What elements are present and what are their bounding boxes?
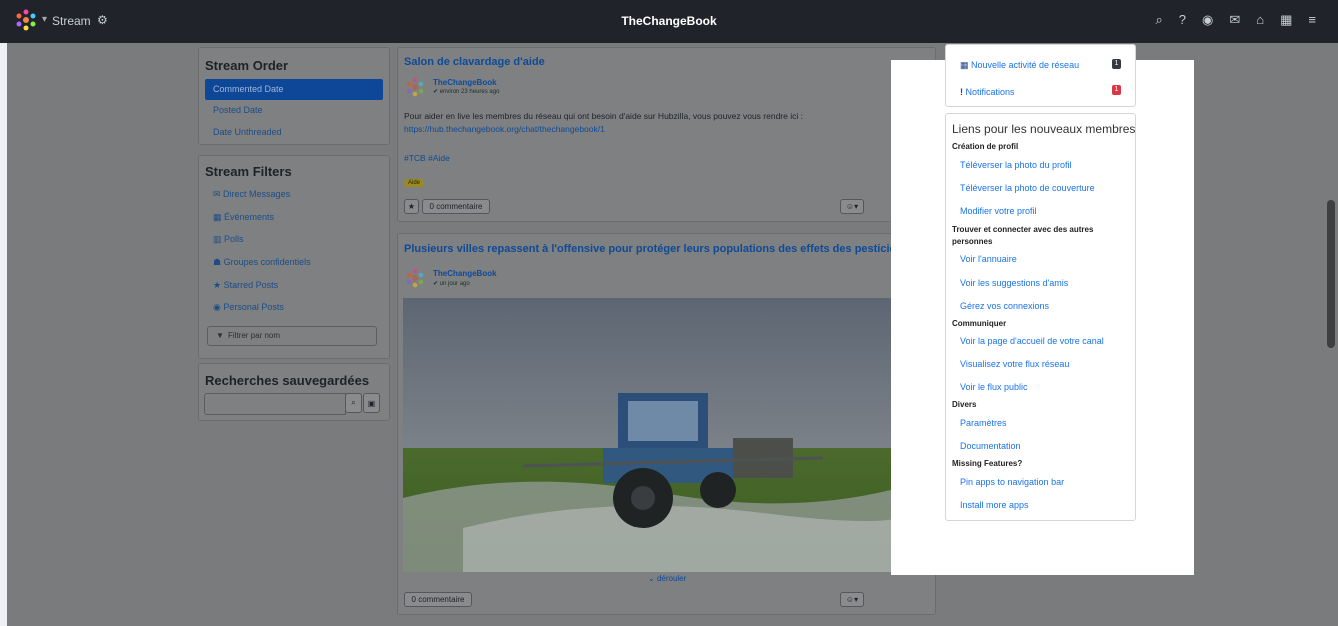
search-button[interactable]: ⌕ — [345, 393, 362, 413]
home-icon[interactable]: ⌂ — [1256, 12, 1264, 28]
order-posted-date[interactable]: Posted Date — [213, 105, 263, 115]
post-2-comment-button[interactable]: 0 commentaire — [404, 592, 472, 607]
stream-order-card: Stream Order Commented Date Posted Date … — [198, 47, 390, 145]
filter-icon: ▼ — [216, 331, 224, 340]
expand-post-link[interactable]: ⌄ dérouler — [648, 574, 686, 583]
filter-polls[interactable]: ▥ Polls — [213, 234, 244, 245]
emoji-reaction-button[interactable]: ☺▾ — [840, 199, 864, 214]
filter-direct-messages[interactable]: ✉ Direct Messages — [213, 189, 290, 200]
apps-grid-icon[interactable]: ▦ — [1280, 12, 1292, 28]
post-2-title[interactable]: Plusieurs villes repassent à l'offensive… — [404, 243, 909, 255]
network-stream-link[interactable]: Visualisez votre flux réseau — [960, 359, 1069, 369]
post-1-hashtags[interactable]: #TCB #Aide — [404, 153, 450, 163]
post-card-2: Plusieurs villes repassent à l'offensive… — [397, 233, 936, 615]
star-post-button[interactable]: ★ — [404, 199, 419, 214]
nav-app-label[interactable]: Stream — [52, 14, 91, 28]
star-icon: ★ — [213, 280, 224, 290]
post-1-author[interactable]: TheChangeBook — [433, 78, 497, 87]
post-1-text: Pour aider en live les membres du réseau… — [404, 111, 803, 121]
scrollbar-thumb[interactable] — [1327, 200, 1335, 348]
post-1-link[interactable]: https://hub.thechangebook.org/chat/thech… — [404, 124, 605, 134]
filter-groupes[interactable]: ☗ Groupes confidentiels — [213, 257, 311, 268]
chart-icon: ▥ — [213, 234, 225, 244]
documentation-link[interactable]: Documentation — [960, 441, 1021, 451]
post-1-comment-button[interactable]: 0 commentaire — [422, 199, 490, 214]
order-date-unthreaded[interactable]: Date Unthreaded — [213, 127, 282, 137]
author-avatar-icon[interactable] — [404, 267, 426, 289]
section-missing-features-heading: Missing Features? — [952, 459, 1023, 468]
public-stream-link[interactable]: Voir le flux public — [960, 382, 1028, 392]
calendar-icon: ▦ — [213, 212, 225, 222]
section-connect-heading: Trouver et connecter avec des autres per… — [952, 225, 1094, 246]
network-activity-badge: 1 — [1112, 59, 1121, 69]
upload-cover-photo-link[interactable]: Téléverser la photo de couverture — [960, 183, 1095, 193]
manage-connections-link[interactable]: Gérez vos connexions — [960, 301, 1049, 311]
search-icon[interactable]: ⌕ — [1155, 12, 1162, 28]
post-2-author[interactable]: TheChangeBook — [433, 269, 497, 278]
friend-suggestions-link[interactable]: Voir les suggestions d'amis — [960, 278, 1068, 288]
grid-icon: ▦ — [960, 60, 972, 70]
pin-apps-link[interactable]: Pin apps to navigation bar — [960, 477, 1064, 487]
mail-icon[interactable]: ✉ — [1229, 12, 1240, 28]
post-1-tag[interactable]: Aide — [404, 179, 425, 187]
network-activity-link[interactable]: ▦ Nouvelle activité de réseau — [960, 60, 1079, 71]
post-card-1: Salon de clavardage d'aide TheChangeBook… — [397, 47, 936, 222]
top-navbar: ▾ Stream ⚙ TheChangeBook ⌕ ? ◉ ✉ ⌂ ▦ ≡ — [0, 0, 1338, 43]
help-icon[interactable]: ? — [1179, 12, 1186, 28]
saved-searches-title: Recherches sauvegardées — [205, 373, 370, 388]
filter-by-name-input[interactable]: ▼ Filtrer par nom — [207, 326, 377, 346]
caret-down-icon[interactable]: ▾ — [42, 14, 47, 25]
post-2-image[interactable] — [403, 298, 916, 572]
section-communicate-heading: Communiquer — [952, 319, 1007, 328]
site-title: TheChangeBook — [621, 14, 717, 28]
check-icon: ✔ — [433, 281, 440, 287]
chevron-down-icon: ⌄ — [648, 574, 657, 583]
user-circle-icon: ◉ — [213, 302, 224, 312]
notifications-badge: 1 — [1112, 85, 1121, 95]
filter-evenements[interactable]: ▦ Événements — [213, 212, 274, 223]
activity-card: ▦ Nouvelle activité de réseau 1 ! Notifi… — [945, 44, 1136, 107]
settings-link[interactable]: Paramètres — [960, 418, 1007, 428]
post-1-time: ✔ environ 23 heures ago — [433, 89, 500, 95]
stream-filters-card: Stream Filters ✉ Direct Messages ▦ Événe… — [198, 155, 390, 359]
save-search-button[interactable]: ▣ — [363, 393, 380, 413]
order-commented-date[interactable]: Commented Date — [205, 79, 383, 100]
directory-link[interactable]: Voir l'annuaire — [960, 254, 1017, 264]
channel-home-link[interactable]: Voir la page d'accueil de votre canal — [960, 336, 1104, 346]
install-apps-link[interactable]: Install more apps — [960, 500, 1029, 510]
envelope-icon: ✉ — [213, 189, 224, 199]
check-icon: ✔ — [433, 89, 440, 95]
notifications-link[interactable]: ! Notifications — [960, 87, 1015, 97]
edit-profile-link[interactable]: Modifier votre profil — [960, 206, 1037, 216]
saved-search-input[interactable] — [204, 393, 346, 415]
stream-filters-title: Stream Filters — [205, 164, 292, 179]
stream-order-title: Stream Order — [205, 58, 289, 73]
channels-icon[interactable]: ◉ — [1202, 12, 1213, 28]
new-members-title: Liens pour les nouveaux membres — [952, 122, 1136, 136]
author-avatar-icon[interactable] — [404, 76, 426, 98]
post-2-time: ✔ un jour ago — [433, 281, 470, 287]
emoji-reaction-button[interactable]: ☺▾ — [840, 592, 864, 607]
section-profile-heading: Création de profil — [952, 142, 1019, 151]
saved-searches-card: Recherches sauvegardées ⌕ ▣ — [198, 363, 390, 421]
post-1-title[interactable]: Salon de clavardage d'aide — [404, 56, 545, 68]
new-members-card: Liens pour les nouveaux membres Création… — [945, 113, 1136, 521]
filter-personal[interactable]: ◉ Personal Posts — [213, 302, 284, 313]
gear-icon[interactable]: ⚙ — [97, 13, 108, 27]
menu-icon[interactable]: ≡ — [1308, 12, 1316, 28]
upload-profile-photo-link[interactable]: Téléverser la photo du profil — [960, 160, 1072, 170]
hubzilla-logo-icon[interactable] — [14, 8, 38, 32]
section-misc-heading: Divers — [952, 400, 977, 409]
users-icon: ☗ — [213, 257, 224, 267]
filter-starred[interactable]: ★ Starred Posts — [213, 280, 278, 291]
